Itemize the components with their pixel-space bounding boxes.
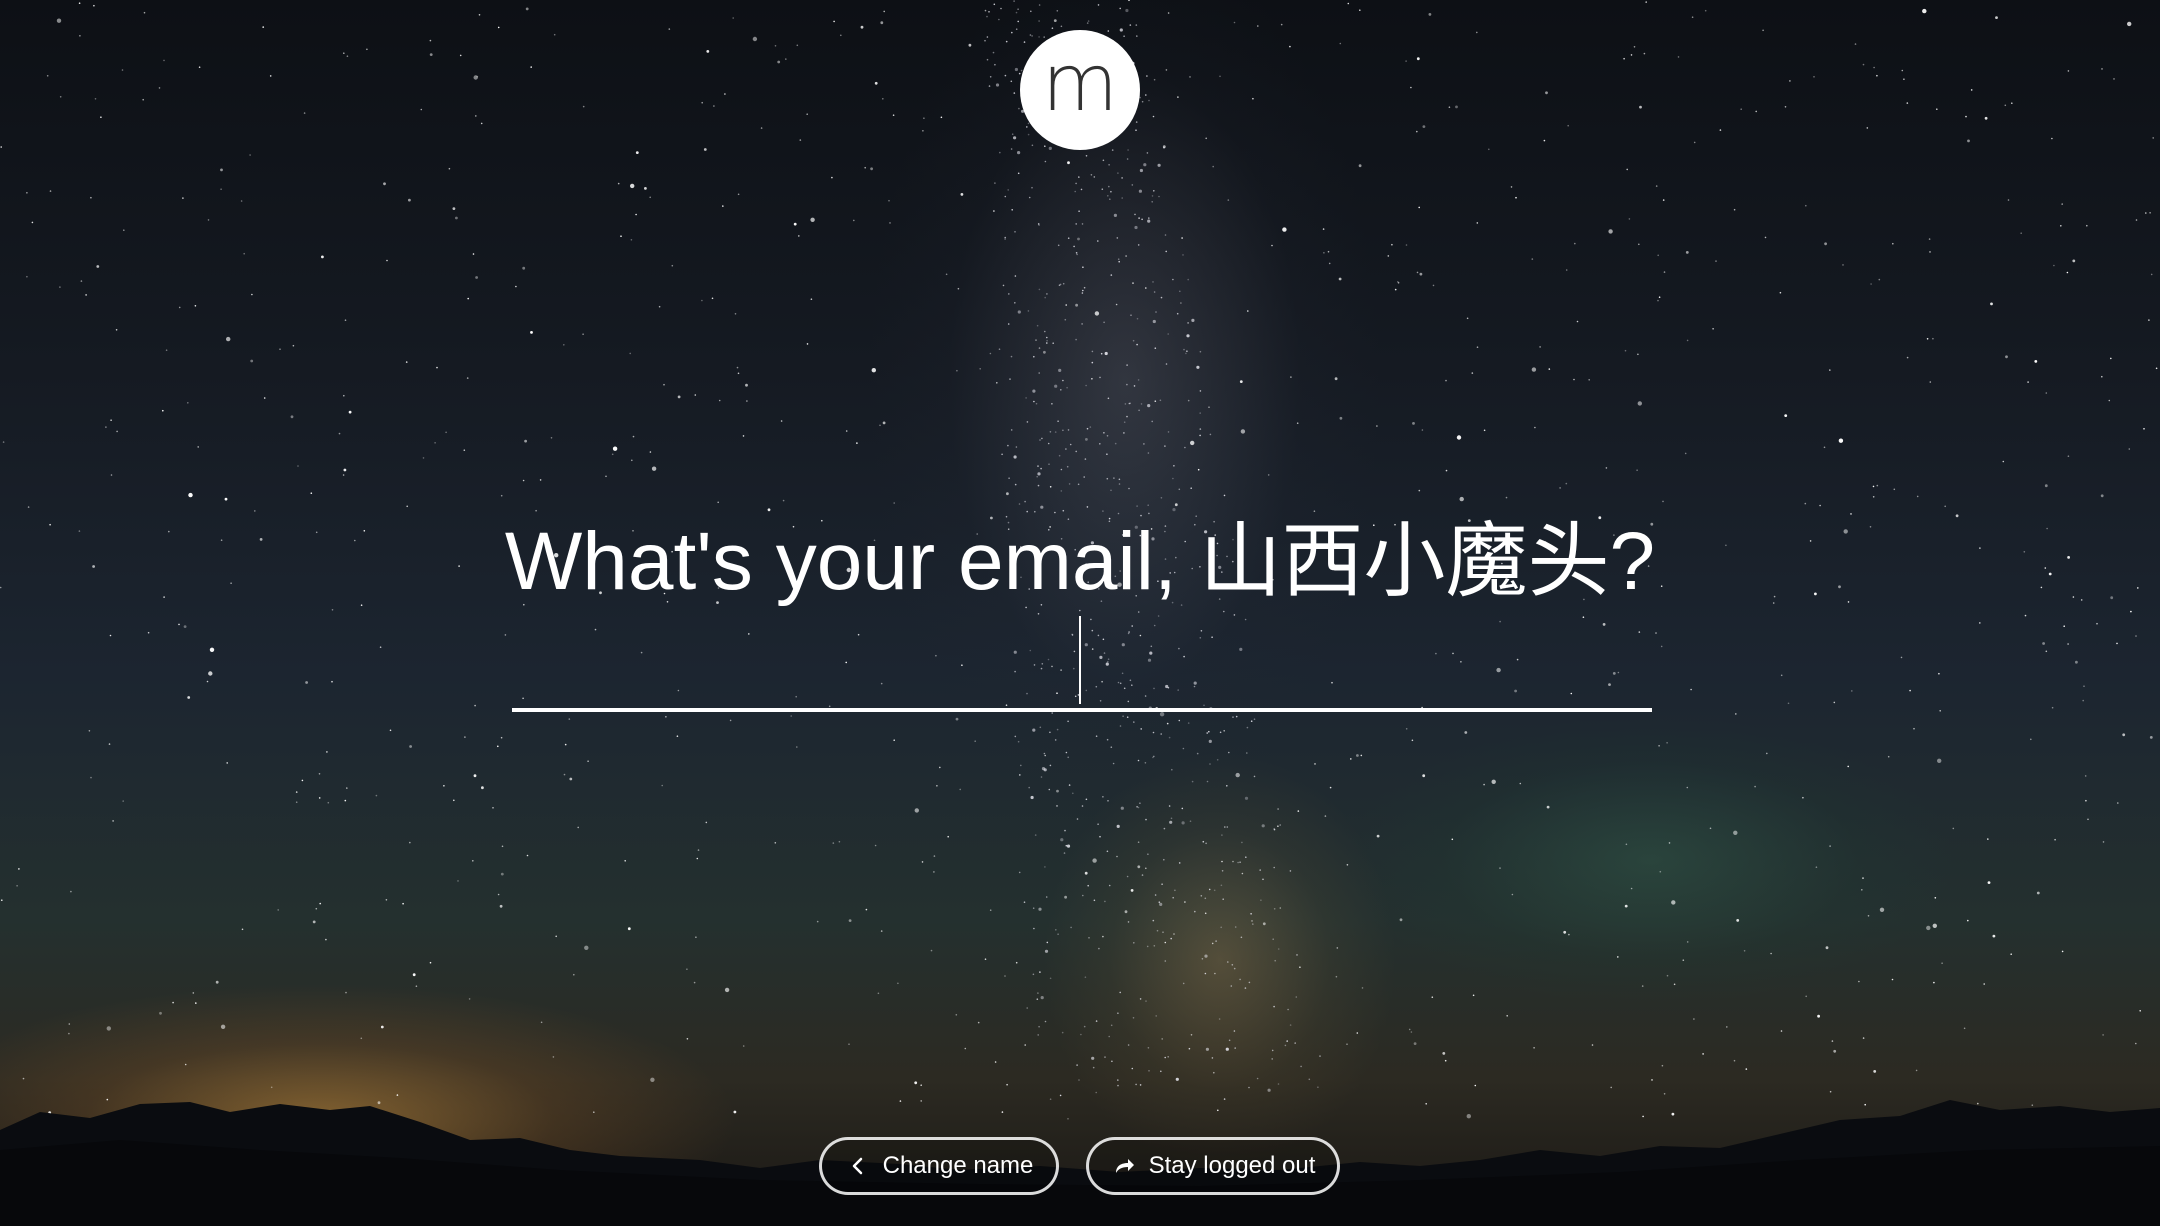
change-name-button[interactable]: Change name xyxy=(819,1137,1059,1195)
email-prompt-heading: What's your email, 山西小魔头? xyxy=(504,516,1656,607)
stay-logged-out-button[interactable]: Stay logged out xyxy=(1086,1137,1340,1195)
app-logo: m xyxy=(1020,30,1140,150)
change-name-label: Change name xyxy=(882,1152,1034,1179)
email-input[interactable] xyxy=(512,612,1652,712)
forward-arrow-icon xyxy=(1111,1153,1137,1179)
background-scene: m What's your email, 山西小魔头? Change name … xyxy=(0,0,2160,1226)
email-field-wrapper xyxy=(512,612,1652,712)
stay-logged-out-label: Stay logged out xyxy=(1148,1152,1316,1179)
text-caret xyxy=(1079,616,1081,704)
logo-letter: m xyxy=(1042,39,1118,129)
chevron-left-icon xyxy=(845,1153,871,1179)
